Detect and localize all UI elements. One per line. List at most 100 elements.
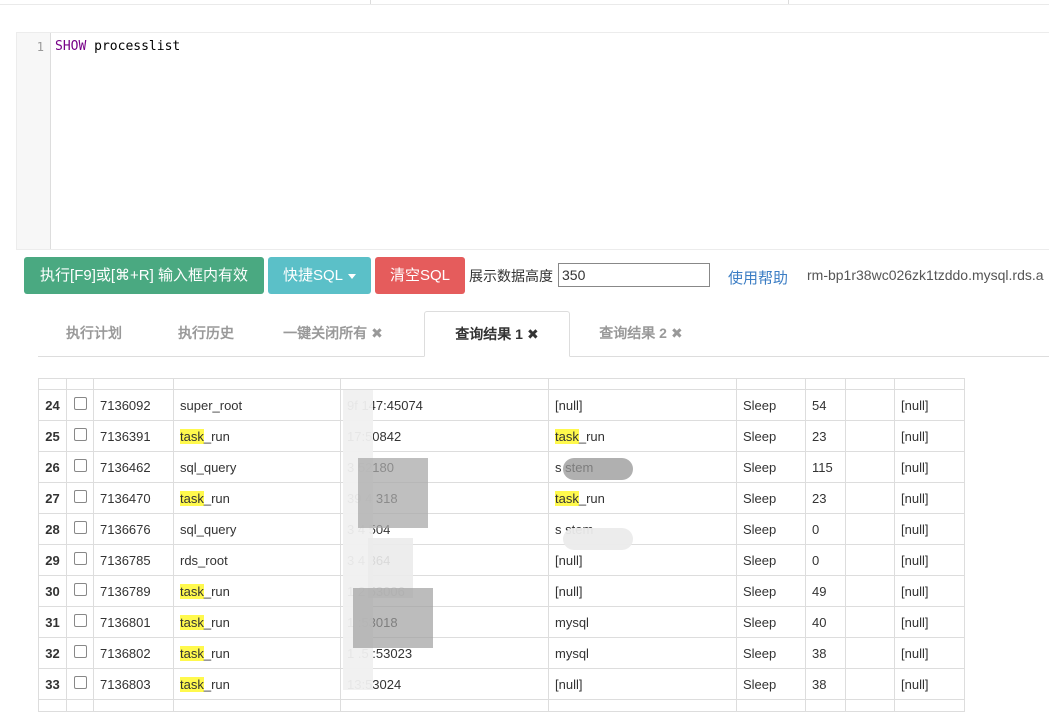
- row-select-cell[interactable]: [66, 575, 94, 607]
- tab-query-result-1[interactable]: 查询结果 1 ✖: [424, 311, 570, 357]
- row-number: 25: [38, 420, 67, 452]
- row-number: 27: [38, 482, 67, 514]
- checkbox-icon[interactable]: [73, 489, 87, 503]
- table-row[interactable]: 25 7136391 task_run 17:50842 task_run Sleep 2…: [38, 420, 965, 452]
- checkbox-icon[interactable]: [73, 520, 87, 534]
- command-cell: Sleep: [736, 668, 806, 700]
- command-cell: Sleep: [736, 513, 806, 545]
- row-number: 28: [38, 513, 67, 545]
- table-row: [38, 378, 965, 390]
- search-highlight: task: [180, 614, 204, 630]
- row-select-cell[interactable]: [66, 668, 94, 700]
- sql-editor[interactable]: 1 SHOW processlist: [16, 32, 1049, 250]
- tab-label: 查询结果 2: [599, 325, 667, 341]
- close-icon[interactable]: ✖: [527, 326, 539, 342]
- time-cell: 38: [805, 668, 846, 700]
- result-table: 24 7136092 super_root 9f 147:45074 [null] Sle…: [38, 378, 965, 712]
- blur-mask: [353, 588, 433, 648]
- checkbox-icon[interactable]: [73, 427, 87, 441]
- table-row[interactable]: 33 7136803 task_run 13:53024 [null] Sleep 38[…: [38, 668, 965, 700]
- top-strip-divider: [370, 0, 371, 4]
- quick-sql-label: 快捷SQL: [282, 267, 343, 284]
- blur-mask: [358, 458, 428, 528]
- time-cell: 115: [805, 451, 846, 483]
- command-cell: Sleep: [736, 389, 806, 421]
- close-icon[interactable]: ✖: [371, 325, 383, 341]
- cell-text: _run: [203, 676, 230, 692]
- process-id-cell: 7136676: [93, 513, 174, 545]
- table-row[interactable]: 24 7136092 super_root 9f 147:45074 [null] Sle…: [38, 389, 965, 421]
- code-line[interactable]: SHOW processlist: [55, 39, 180, 54]
- tab-close-all[interactable]: 一键关闭所有 ✖: [274, 311, 392, 356]
- checkbox-icon[interactable]: [73, 582, 87, 596]
- table-row[interactable]: 307136789task_run1 2 53006[null]Sleep49[…: [38, 575, 965, 607]
- state-cell: [845, 668, 895, 700]
- row-select-cell[interactable]: [66, 389, 94, 421]
- user-cell: sql_query: [173, 513, 341, 545]
- search-highlight: task: [180, 490, 204, 506]
- command-cell: Sleep: [736, 544, 806, 576]
- table-row[interactable]: 287136676sql_query3 4 504s stemSleep0[nu…: [38, 513, 965, 545]
- db-cell: [null]: [548, 389, 737, 421]
- row-number: 24: [38, 389, 67, 421]
- search-highlight: task: [180, 676, 204, 692]
- command-cell: Sleep: [736, 637, 806, 669]
- process-id-cell: 7136092: [93, 389, 174, 421]
- toolbar: 执行[F9]或[⌘+R] 输入框内有效 快捷SQL 清空SQL 展示数据高度 使…: [0, 256, 1049, 296]
- cell-text: _run: [203, 583, 230, 599]
- db-cell: [null]: [548, 575, 737, 607]
- checkbox-icon[interactable]: [73, 644, 87, 658]
- row-select-cell[interactable]: [66, 544, 94, 576]
- row-select-cell[interactable]: [66, 420, 94, 452]
- tab-execution-plan[interactable]: 执行计划: [38, 311, 150, 356]
- quick-sql-button[interactable]: 快捷SQL: [268, 257, 371, 294]
- table-row[interactable]: 267136462sql_query3 52180s stemSleep115[…: [38, 451, 965, 483]
- checkbox-icon[interactable]: [73, 613, 87, 627]
- user-cell: super_root: [173, 389, 341, 421]
- tab-execution-history[interactable]: 执行历史: [150, 311, 262, 356]
- sql-text: processlist: [86, 39, 181, 54]
- command-cell: Sleep: [736, 451, 806, 483]
- search-highlight: task: [555, 428, 579, 444]
- cell-text: _run: [203, 645, 230, 661]
- time-cell: 49: [805, 575, 846, 607]
- process-id-cell: 7136803: [93, 668, 174, 700]
- user-cell: task_run: [173, 575, 341, 607]
- process-id-cell: 7136470: [93, 482, 174, 514]
- checkbox-icon[interactable]: [73, 551, 87, 565]
- clear-sql-button[interactable]: 清空SQL: [375, 257, 465, 294]
- state-cell: [845, 544, 895, 576]
- row-select-cell[interactable]: [66, 637, 94, 669]
- user-cell: task_run: [173, 668, 341, 700]
- table-row[interactable]: 277136470task_run39 4 318task_runSleep23…: [38, 482, 965, 514]
- blur-mask: [563, 528, 633, 550]
- checkbox-icon[interactable]: [73, 458, 87, 472]
- process-id-cell: 7136801: [93, 606, 174, 638]
- checkbox-icon[interactable]: [73, 675, 87, 689]
- caret-down-icon: [348, 273, 356, 279]
- checkbox-icon[interactable]: [73, 396, 87, 410]
- tab-label: 执行计划: [66, 325, 122, 341]
- result-table-container[interactable]: 24 7136092 super_root 9f 147:45074 [null] Sle…: [38, 378, 968, 722]
- db-cell: task_run: [548, 420, 737, 452]
- display-height-input[interactable]: [558, 263, 710, 287]
- command-cell: Sleep: [736, 482, 806, 514]
- table-row[interactable]: 297136785rds_root3 4 364[null]Sleep0[nul…: [38, 544, 965, 576]
- row-number: 29: [38, 544, 67, 576]
- user-cell: rds_root: [173, 544, 341, 576]
- tab-query-result-2[interactable]: 查询结果 2 ✖: [586, 311, 696, 356]
- tab-label: 执行历史: [178, 325, 234, 341]
- table-row[interactable]: 317136801task_run1 :53018mysqlSleep40[nu…: [38, 606, 965, 638]
- row-select-cell[interactable]: [66, 451, 94, 483]
- search-highlight: task: [180, 583, 204, 599]
- row-select-cell[interactable]: [66, 513, 94, 545]
- run-sql-button[interactable]: 执行[F9]或[⌘+R] 输入框内有效: [24, 257, 264, 294]
- row-select-cell[interactable]: [66, 606, 94, 638]
- help-link[interactable]: 使用帮助: [728, 267, 788, 288]
- db-cell: [null]: [548, 668, 737, 700]
- row-number: 26: [38, 451, 67, 483]
- table-row[interactable]: 32 7136802 task_run 1 .5 :53023 mysql Sleep 38…: [38, 637, 965, 669]
- time-cell: 23: [805, 420, 846, 452]
- close-icon[interactable]: ✖: [671, 325, 683, 341]
- row-select-cell[interactable]: [66, 482, 94, 514]
